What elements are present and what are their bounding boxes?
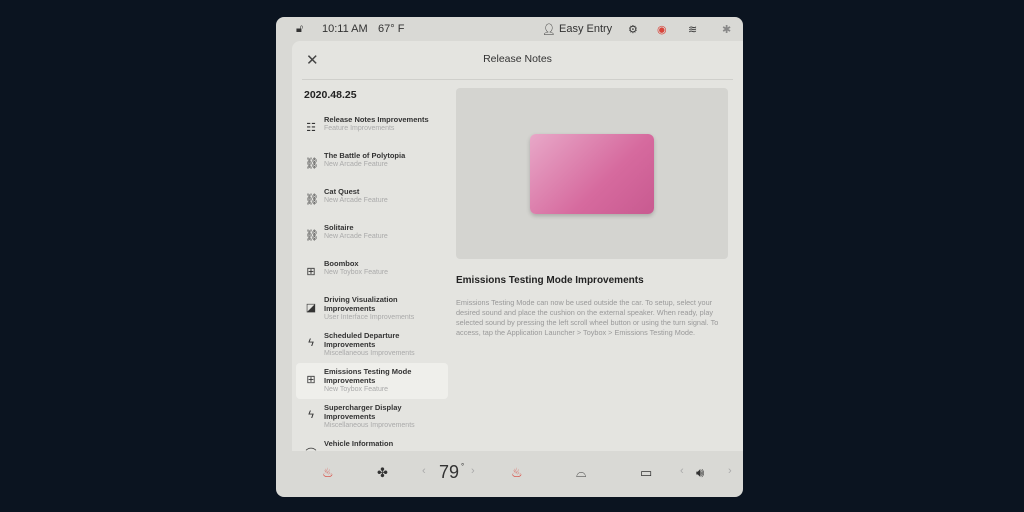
release-note-item[interactable]: ϟ Scheduled Departure Improvements Miscell… — [296, 327, 448, 363]
item-subtitle: New Toybox Feature — [324, 269, 389, 276]
bolt-icon: ϟ — [308, 409, 314, 421]
fan-icon[interactable]: ✤ — [377, 465, 388, 481]
item-title: Release Notes Improvements — [324, 115, 429, 124]
feature-image — [456, 88, 728, 259]
item-subtitle: Miscellaneous Improvements — [324, 350, 415, 357]
release-note-item[interactable]: ⛓ The Battle of Polytopia New Arcade Featu… — [296, 147, 448, 183]
list-icon: ☷ — [306, 122, 316, 134]
lock-icon[interactable]: 🔓︎ — [296, 23, 303, 36]
release-note-item[interactable]: ☷ Release Notes Improvements Feature Impro… — [296, 111, 448, 147]
cabin-temperature: 79 — [439, 462, 460, 482]
climate-bar: ♨ ✤ ‹ 79 ° › ♨ ⌓ ▭ ‹ 🔊︎ › — [276, 451, 743, 497]
item-title: Emissions Testing Mode Improvements — [324, 367, 412, 385]
clock: 10:11 AM — [322, 23, 368, 35]
toybox-icon: ⊞ — [306, 266, 316, 278]
sentry-icon[interactable]: ⚙ — [628, 23, 638, 36]
release-note-item[interactable]: ⊞ Emissions Testing Mode Improvements New … — [296, 363, 448, 399]
cushion-image — [530, 134, 654, 214]
outside-temp: 67° F — [378, 23, 405, 35]
feature-description: Emissions Testing Mode can now be used o… — [456, 298, 719, 337]
release-note-item[interactable]: ⛓ Solitaire New Arcade Feature — [296, 219, 448, 255]
volume-icon[interactable]: 🔊︎ — [696, 465, 704, 481]
display-icon: ◪ — [305, 302, 317, 314]
item-subtitle: Miscellaneous Improvements — [324, 422, 415, 429]
passenger-seat-heat-icon[interactable]: ♨ — [511, 465, 523, 481]
front-defrost-icon[interactable]: ⌓ — [576, 465, 586, 481]
modal-title: Release Notes — [483, 53, 552, 65]
item-title: Vehicle Information — [324, 439, 394, 448]
release-notes-list: ☷ Release Notes Improvements Feature Impro… — [296, 111, 448, 471]
profile-icon[interactable]: 👤︎ — [542, 23, 556, 36]
driver-seat-heat-icon[interactable]: ♨ — [322, 465, 334, 481]
item-title: Cat Quest — [324, 187, 360, 196]
toybox-icon: ⊞ — [306, 374, 316, 386]
feature-title: Emissions Testing Mode Improvements — [456, 275, 644, 286]
rear-defrost-icon[interactable]: ▭ — [640, 465, 652, 481]
item-subtitle: User Interface Improvements — [324, 314, 415, 321]
status-bar: 🔓︎ 10:11 AM 67° F 👤︎ Easy Entry ⚙ ◉ ≋ ✱ — [276, 17, 743, 41]
profile-name[interactable]: Easy Entry — [559, 23, 612, 35]
tesla-screen: 🔓︎ 10:11 AM 67° F 👤︎ Easy Entry ⚙ ◉ ≋ ✱ … — [276, 17, 743, 497]
wifi-icon[interactable]: ≋ — [688, 23, 697, 36]
item-subtitle: New Arcade Feature — [324, 161, 388, 168]
temp-down-button[interactable]: ‹ — [422, 465, 426, 477]
bluetooth-icon[interactable]: ✱ — [722, 23, 731, 36]
bolt-icon: ϟ — [308, 337, 314, 349]
release-note-item[interactable]: ⛓ Cat Quest New Arcade Feature — [296, 183, 448, 219]
volume-up-button[interactable]: › — [728, 465, 732, 477]
release-note-item[interactable]: ϟ Supercharger Display Improvements Miscel… — [296, 399, 448, 435]
item-title: Supercharger Display Improvements — [324, 403, 402, 421]
gamepad-icon: ⛓ — [305, 230, 319, 242]
item-subtitle: Feature Improvements — [324, 125, 395, 132]
gamepad-icon: ⛓ — [305, 158, 319, 170]
item-title: Scheduled Departure Improvements — [324, 331, 400, 349]
dashcam-icon[interactable]: ◉ — [657, 23, 667, 36]
degree-symbol: ° — [461, 462, 465, 471]
gamepad-icon: ⛓ — [305, 194, 319, 206]
item-title: Solitaire — [324, 223, 354, 232]
release-notes-modal: ✕ Release Notes 2020.48.25 ☷ Release Note… — [292, 41, 743, 460]
volume-down-button[interactable]: ‹ — [680, 465, 684, 477]
item-subtitle: New Arcade Feature — [324, 233, 388, 240]
version-number: 2020.48.25 — [304, 89, 357, 101]
item-title: The Battle of Polytopia — [324, 151, 406, 160]
item-subtitle: New Arcade Feature — [324, 197, 388, 204]
release-note-item[interactable]: ◪ Driving Visualization Improvements User … — [296, 291, 448, 327]
divider — [302, 79, 733, 80]
temp-up-button[interactable]: › — [471, 465, 475, 477]
release-note-item[interactable]: ⊞ Boombox New Toybox Feature — [296, 255, 448, 291]
item-title: Driving Visualization Improvements — [324, 295, 398, 313]
item-title: Boombox — [324, 259, 359, 268]
item-subtitle: New Toybox Feature — [324, 386, 389, 393]
